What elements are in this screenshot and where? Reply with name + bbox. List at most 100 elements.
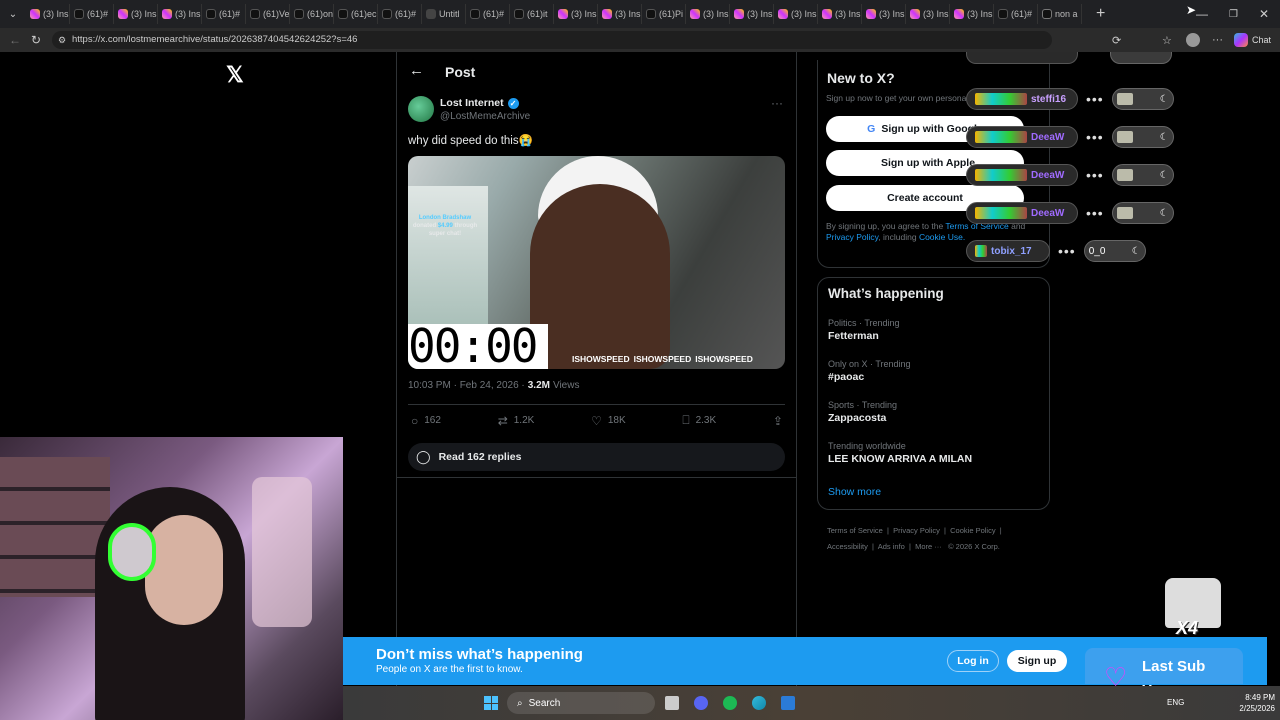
footer-accessibility-link[interactable]: Accessibility bbox=[827, 542, 868, 551]
new-tab-button[interactable]: + bbox=[1096, 5, 1105, 23]
browser-tab[interactable]: non a bbox=[1038, 4, 1082, 24]
post-video[interactable]: London Bradshaw donated $4.99 through su… bbox=[408, 156, 785, 369]
google-icon: G bbox=[867, 123, 876, 135]
trend-name: Fetterman bbox=[828, 330, 879, 342]
trend-item[interactable]: Only on X · Trending #paoac bbox=[828, 359, 1038, 400]
browser-tab[interactable]: (3) Ins bbox=[598, 4, 642, 24]
donation-name: London Bradshaw bbox=[418, 215, 472, 221]
trend-item[interactable]: Politics · Trending Fetterman bbox=[828, 318, 1038, 359]
more-options-icon[interactable]: ··· bbox=[771, 96, 783, 110]
footer-terms-link[interactable]: Terms of Service bbox=[827, 526, 883, 535]
browser-tab[interactable]: (61)# bbox=[202, 4, 246, 24]
favorites-icon[interactable]: ☆ bbox=[1162, 34, 1172, 47]
profile-avatar[interactable] bbox=[1186, 33, 1200, 47]
browser-tab[interactable]: (3) Ins bbox=[686, 4, 730, 24]
trend-item[interactable]: Trending worldwide LEE KNOW ARRIVA A MILA… bbox=[828, 441, 1038, 482]
trend-category: Only on X · Trending bbox=[828, 359, 911, 369]
tray-lang[interactable]: ENG bbox=[1167, 698, 1184, 707]
timestamp[interactable]: 10:03 PM · Feb 24, 2026 · bbox=[408, 380, 525, 391]
instagram-icon bbox=[162, 9, 172, 19]
like-count: 18K bbox=[607, 415, 626, 426]
post-text: why did speed do this😭 bbox=[408, 135, 533, 147]
browser-tab[interactable]: (61)ec bbox=[334, 4, 378, 24]
dots-icon: ••• bbox=[1058, 243, 1076, 259]
instagram-icon bbox=[954, 9, 964, 19]
trend-item[interactable]: Sports · Trending Zappacosta bbox=[828, 400, 1038, 441]
repost-count: 1.2K bbox=[513, 415, 535, 426]
x-logo-icon[interactable]: 𝕏 bbox=[226, 62, 244, 88]
divider bbox=[408, 404, 785, 405]
like-button[interactable]: ♡ 18K bbox=[591, 413, 626, 428]
site-info-icon[interactable]: ⚙ bbox=[58, 31, 66, 49]
footer-more-link[interactable]: More ··· bbox=[915, 542, 942, 551]
browser-tab[interactable]: Untitl bbox=[422, 4, 466, 24]
browser-tab[interactable]: (61)# bbox=[378, 4, 422, 24]
tab-label: (3) Ins bbox=[703, 9, 729, 19]
browser-tab[interactable]: (61)on bbox=[290, 4, 334, 24]
tray-date: 2/25/2026 bbox=[1239, 704, 1275, 713]
browser-tab[interactable]: (61)# bbox=[70, 4, 114, 24]
browser-tab[interactable]: (3) Ins bbox=[862, 4, 906, 24]
footer-ads-link[interactable]: Ads info bbox=[878, 542, 905, 551]
browser-tab[interactable]: (3) Ins bbox=[114, 4, 158, 24]
edge-icon[interactable] bbox=[752, 696, 766, 710]
webcam-shelf bbox=[0, 457, 110, 597]
overlay-user-row: steffi16 ••• ☾ bbox=[966, 80, 1186, 118]
instagram-icon bbox=[602, 9, 612, 19]
app-icon[interactable] bbox=[781, 696, 795, 710]
refresh-icon[interactable]: ↻ bbox=[31, 33, 41, 47]
browser-tab[interactable]: (3) Ins bbox=[554, 4, 598, 24]
repost-button[interactable]: ⇄ 1.2K bbox=[498, 413, 535, 428]
browser-tab[interactable]: (3) Ins bbox=[26, 4, 70, 24]
read-replies-button[interactable]: ◯ Read 162 replies bbox=[408, 443, 785, 471]
tab-list-chevron-icon[interactable]: ⌄ bbox=[0, 9, 26, 20]
browser-tab[interactable]: (3) Ins bbox=[158, 4, 202, 24]
reply-button[interactable]: ○ 162 bbox=[411, 413, 441, 428]
url-field[interactable]: ⚙ https://x.com/lostmemearchive/status/2… bbox=[52, 31, 1052, 49]
x-icon bbox=[1042, 9, 1052, 19]
browser-tab[interactable]: (61)it bbox=[510, 4, 554, 24]
cookie-link[interactable]: Cookie Use. bbox=[919, 232, 965, 242]
browser-tab[interactable]: (61)Ve bbox=[246, 4, 290, 24]
avatar[interactable] bbox=[408, 96, 434, 122]
author-name-row[interactable]: Lost Internet ✓ bbox=[440, 97, 519, 109]
browser-tab[interactable]: (3) Ins bbox=[950, 4, 994, 24]
footer-cookie-link[interactable]: Cookie Policy bbox=[950, 526, 995, 535]
browser-tab[interactable]: (61)# bbox=[994, 4, 1038, 24]
instagram-icon bbox=[690, 9, 700, 19]
privacy-link[interactable]: Privacy Policy bbox=[826, 232, 878, 242]
signup-button[interactable]: Sign up bbox=[1007, 650, 1067, 672]
copilot-chat-button[interactable]: Chat bbox=[1234, 33, 1271, 47]
browser-tab[interactable]: (3) Ins bbox=[730, 4, 774, 24]
back-icon[interactable]: ← bbox=[9, 33, 21, 47]
handle[interactable]: @LostMemeArchive bbox=[440, 111, 530, 122]
share-button[interactable]: ⇪ bbox=[773, 413, 783, 428]
spotify-icon[interactable] bbox=[723, 696, 737, 710]
instagram-icon bbox=[910, 9, 920, 19]
back-arrow-icon[interactable]: ← bbox=[409, 62, 424, 79]
overlay-username: DeeaW bbox=[1031, 131, 1065, 143]
browser-tab[interactable]: (3) Ins bbox=[906, 4, 950, 24]
moon-icon: ☾ bbox=[1159, 169, 1169, 181]
browser-tab[interactable]: (3) Ins bbox=[774, 4, 818, 24]
footer-privacy-link[interactable]: Privacy Policy bbox=[893, 526, 940, 535]
browser-tab[interactable]: (3) Ins bbox=[818, 4, 862, 24]
browser-tab[interactable]: (61)# bbox=[466, 4, 510, 24]
taskbar-search[interactable]: ⌕ Search bbox=[507, 692, 655, 714]
file-explorer-icon[interactable] bbox=[665, 696, 679, 710]
tray-clock[interactable]: 8:49 PM 2/25/2026 bbox=[1229, 692, 1275, 714]
login-button[interactable]: Log in bbox=[947, 650, 999, 672]
extensions-icon[interactable]: ⟳ bbox=[1112, 34, 1121, 47]
windows-start-icon[interactable] bbox=[484, 696, 498, 710]
tab-label: (61)Ve bbox=[263, 9, 290, 19]
show-more-link[interactable]: Show more bbox=[828, 486, 881, 498]
moon-icon: ☾ bbox=[1159, 93, 1169, 105]
overlay-toggle-partial bbox=[1110, 52, 1172, 64]
close-window-button[interactable]: ✕ bbox=[1259, 7, 1269, 21]
menu-icon[interactable]: ··· bbox=[1212, 34, 1223, 46]
restore-button[interactable]: ❐ bbox=[1229, 9, 1238, 20]
bookmark-button[interactable]: ⎕ 2.3K bbox=[682, 413, 716, 428]
minimize-button[interactable]: — bbox=[1196, 7, 1208, 21]
browser-tab[interactable]: (61)Pi bbox=[642, 4, 686, 24]
discord-icon[interactable] bbox=[694, 696, 708, 710]
